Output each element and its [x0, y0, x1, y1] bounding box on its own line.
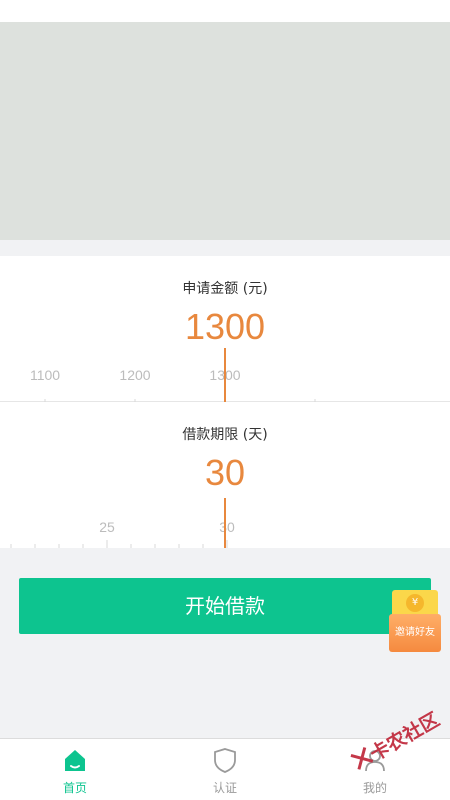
- term-ruler[interactable]: 25 30: [0, 492, 450, 548]
- divider: [0, 240, 450, 256]
- shield-icon: [214, 748, 236, 773]
- term-value: 30: [204, 452, 246, 493]
- invite-label: 邀请好友: [389, 614, 441, 652]
- tab-home[interactable]: 首页: [0, 739, 150, 800]
- term-tick-label: 25: [99, 519, 115, 535]
- home-icon: [65, 750, 85, 771]
- start-loan-button[interactable]: 开始借款: [19, 578, 431, 634]
- amount-tick-label: 1200: [119, 367, 151, 383]
- amount-section: 申请金额 (元) 1300 1100 1200 1300: [0, 256, 450, 402]
- amount-title: 申请金额 (元): [182, 281, 268, 297]
- amount-value: 1300: [184, 306, 266, 347]
- loan-card: 申请金额 (元) 1300 1100 1200 1300 借款期限 (天) 30: [0, 256, 450, 548]
- status-area: [0, 0, 450, 22]
- amount-ruler[interactable]: 1100 1200 1300: [0, 346, 450, 402]
- tab-verify-label: 认证: [212, 781, 237, 795]
- amount-tick-label: 1100: [29, 367, 61, 383]
- tab-verify[interactable]: 认证: [150, 739, 300, 800]
- app-screen: 申请金额 (元) 1300 1100 1200 1300 借款期限 (天) 30: [0, 0, 450, 800]
- tab-home-label: 首页: [62, 781, 87, 795]
- term-pointer: [224, 498, 226, 548]
- banner-placeholder[interactable]: [0, 22, 450, 240]
- term-tick-label: 30: [219, 519, 235, 535]
- watermark-text: 卡农社区: [366, 708, 444, 766]
- term-section: 借款期限 (天) 30 25 30: [0, 402, 450, 548]
- amount-pointer: [224, 348, 226, 402]
- invite-friends-badge[interactable]: ¥ 邀请好友: [389, 590, 441, 652]
- yuan-symbol: ¥: [406, 594, 424, 612]
- term-title: 借款期限 (天): [182, 427, 268, 443]
